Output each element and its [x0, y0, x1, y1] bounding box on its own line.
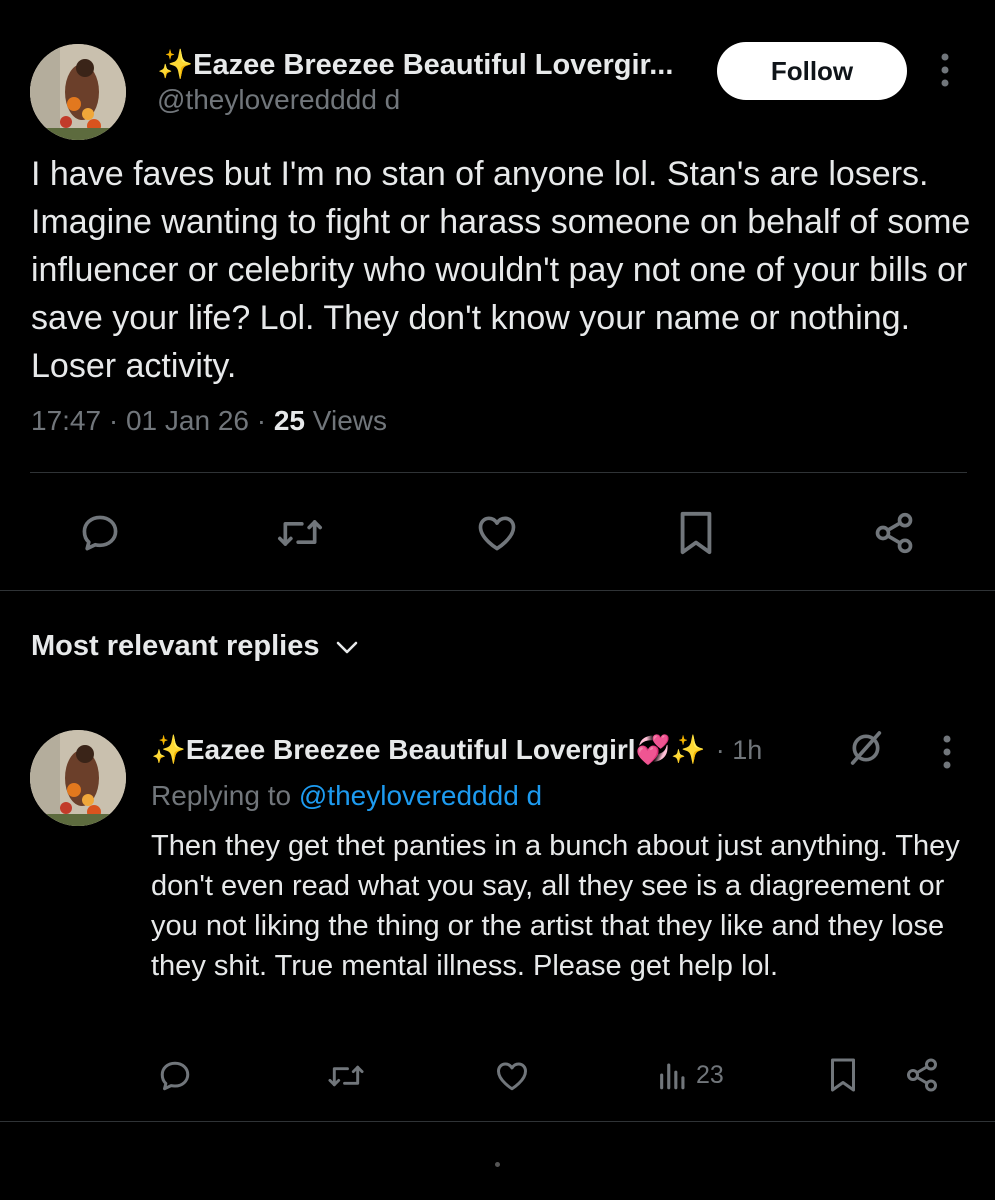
post-bookmark-button[interactable] — [676, 510, 716, 556]
post-date[interactable]: 01 Jan 26 — [126, 405, 249, 436]
post-views-label: Views — [312, 405, 387, 436]
post-like-button[interactable] — [474, 511, 520, 555]
views-icon — [660, 1063, 685, 1090]
like-icon — [478, 516, 516, 551]
reply-bookmark-button[interactable] — [828, 1056, 858, 1094]
post-text: I have faves but I'm no stan of anyone l… — [31, 155, 971, 385]
repost-icon — [278, 520, 322, 546]
reply-author-name[interactable]: ✨Eazee Breezee Beautiful Lovergirl💞✨ — [151, 734, 705, 765]
reply-icon — [160, 1061, 190, 1091]
post-author-name[interactable]: ✨Eazee Breezee Beautiful Lovergir... — [157, 48, 673, 82]
replies-section-title: Most relevant replies — [31, 630, 320, 662]
divider — [30, 472, 967, 473]
repost-icon — [328, 1065, 364, 1087]
reply-share-button[interactable] — [904, 1056, 940, 1094]
reply-icon — [82, 515, 118, 551]
reply-views-count: 23 — [696, 1060, 724, 1089]
chevron-down-icon — [336, 641, 357, 653]
grok-icon[interactable] — [846, 728, 886, 773]
post-meta: 17:47 · 01 Jan 26 · 25 Views — [31, 405, 387, 437]
replying-to-line: Replying to @theyloveredddd d — [151, 780, 542, 812]
post-share-button[interactable] — [872, 510, 916, 556]
post-views-count: 25 — [273, 405, 306, 436]
share-icon — [907, 1058, 937, 1092]
reply-more-icon[interactable] — [940, 734, 954, 775]
follow-button[interactable]: Follow — [717, 42, 907, 100]
replies-sort-toggle[interactable]: Most relevant replies — [31, 630, 360, 663]
share-icon — [875, 512, 913, 554]
post-repost-button[interactable] — [276, 511, 324, 555]
bookmark-icon — [831, 1058, 855, 1092]
reply-text: Then they get thet panties in a bunch ab… — [151, 830, 960, 982]
bookmark-icon — [680, 511, 712, 555]
reply-avatar[interactable] — [30, 730, 126, 826]
avatar[interactable] — [30, 44, 126, 140]
reply-views-button[interactable]: 23 — [656, 1058, 724, 1092]
replying-to-handle[interactable]: @theyloveredddd d — [299, 780, 542, 811]
meta-separator: · — [108, 405, 119, 436]
post-author-handle[interactable]: @theyloveredddd d — [157, 84, 400, 116]
loading-dot — [495, 1162, 500, 1167]
divider — [0, 590, 995, 591]
reply-like-button[interactable] — [494, 1058, 530, 1094]
like-icon — [497, 1062, 527, 1091]
meta-separator: · — [256, 405, 267, 436]
post-reply-button[interactable] — [78, 511, 122, 555]
post-time[interactable]: 17:47 — [31, 405, 101, 436]
reply-age[interactable]: · 1h — [716, 735, 763, 765]
replying-to-label: Replying to — [151, 780, 292, 811]
reply-reply-button[interactable] — [157, 1058, 193, 1094]
reply-header: ✨Eazee Breezee Beautiful Lovergirl💞✨ · 1… — [151, 733, 762, 766]
reply-repost-button[interactable] — [327, 1058, 365, 1094]
post-more-icon[interactable] — [938, 52, 952, 93]
divider — [0, 1121, 995, 1122]
